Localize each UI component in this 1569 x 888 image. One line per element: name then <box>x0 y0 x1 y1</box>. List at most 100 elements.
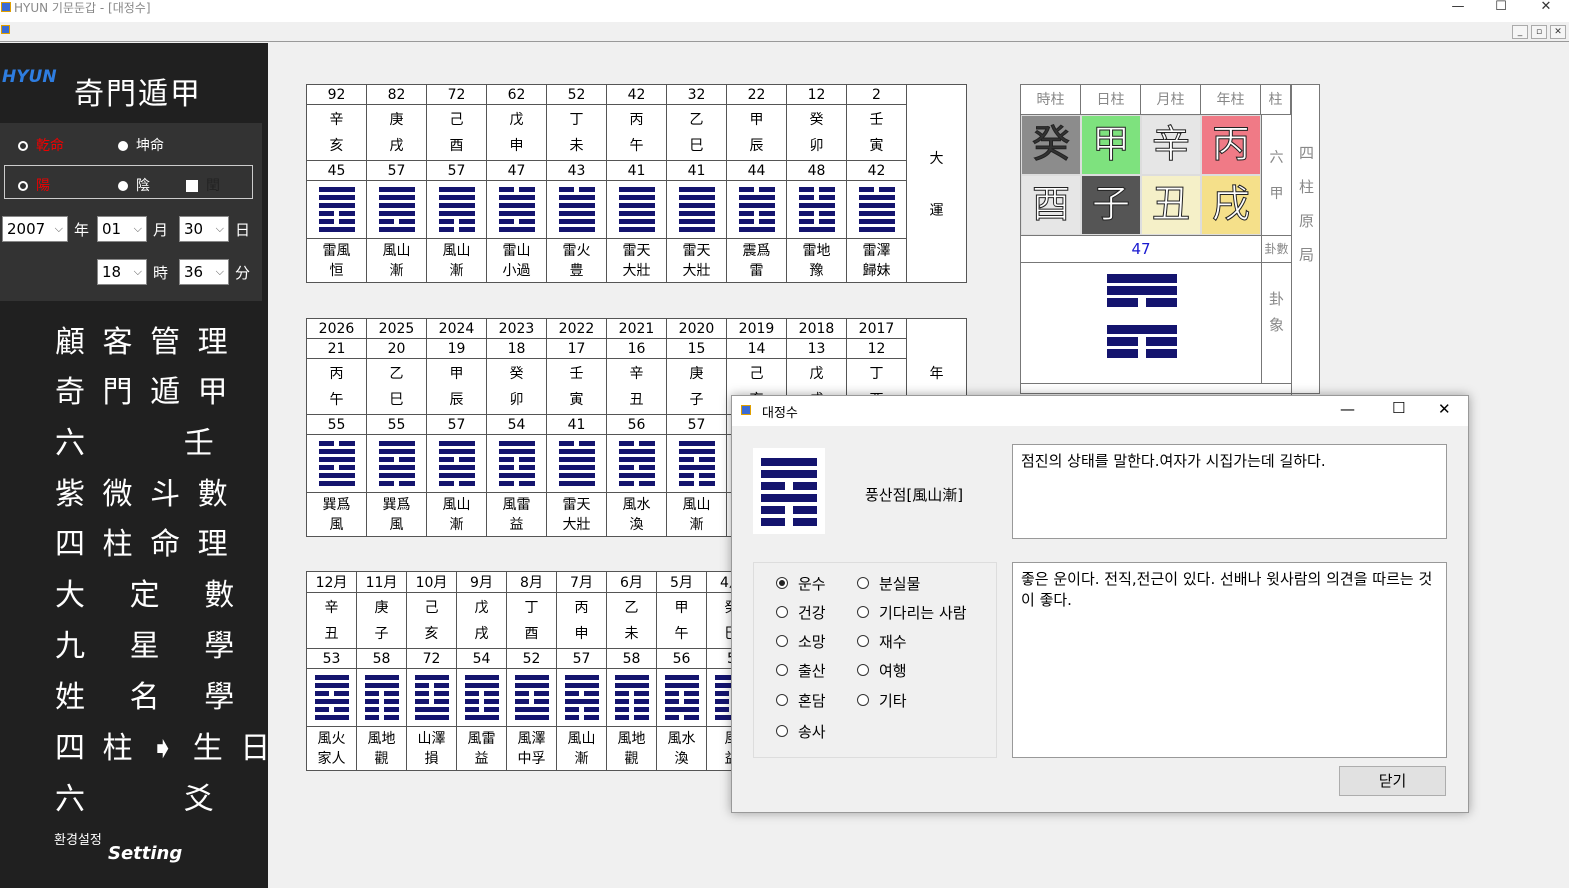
hexagram-cell <box>306 180 367 239</box>
menu-liuyao[interactable]: 六 爻 <box>55 774 214 818</box>
hour-select[interactable]: 18 ⌵ <box>97 259 147 285</box>
menu-customer[interactable]: 顧 客 管 理 <box>55 317 228 361</box>
menu-nine-star[interactable]: 九 星 學 <box>55 621 234 665</box>
category-radio[interactable]: 송사 <box>776 721 826 742</box>
gua-name: 震爲雷 <box>726 238 787 283</box>
ganzhi-cell: 庚戌 <box>366 104 427 161</box>
category-radio[interactable]: 기다리는 사람 <box>857 602 967 623</box>
leap-label: 閏 <box>206 178 220 194</box>
year-cell: 2026 <box>306 318 367 339</box>
close-dialog-button[interactable]: 닫기 <box>1339 766 1446 796</box>
category-radio[interactable]: 소망 <box>776 631 826 652</box>
category-radio[interactable]: 운수 <box>776 573 826 594</box>
category-radio[interactable]: 건강 <box>776 602 826 623</box>
radio-qian[interactable]: 乾命 <box>18 135 64 155</box>
hexagram-cell <box>456 668 507 727</box>
dialog-minimize-button[interactable]: — <box>1340 400 1355 418</box>
menu-saju[interactable]: 四 柱 命 理 <box>55 519 228 563</box>
radio-yang-label: 陽 <box>36 178 50 194</box>
gua-name: 風地觀 <box>606 726 657 771</box>
hexagram-cell <box>366 434 427 493</box>
hexagram-cell <box>426 180 487 239</box>
mdi-minimize-button[interactable]: _ <box>1512 25 1528 39</box>
gua-number: 54 <box>486 414 547 435</box>
pillar-header: 年柱 <box>1201 85 1261 115</box>
mdi-close-button[interactable]: ✕ <box>1550 25 1566 39</box>
ganzhi-cell: 丁酉 <box>506 592 557 649</box>
dialog-close-button[interactable]: ✕ <box>1438 400 1451 418</box>
hexagram-icon <box>438 184 475 235</box>
mdi-icon <box>1 25 10 34</box>
dialog-hexagram <box>753 448 825 534</box>
dialog-maximize-button[interactable]: ☐ <box>1392 399 1405 417</box>
minute-select[interactable]: 36 ⌵ <box>179 259 229 285</box>
ganzhi-cell: 丙午 <box>606 104 667 161</box>
ganzhi-cell: 戊戌 <box>456 592 507 649</box>
hexagram-cell <box>666 180 727 239</box>
menu-qimen[interactable]: 奇 門 遁 甲 <box>55 367 228 411</box>
year-cell: 2017 <box>846 318 907 339</box>
summary-textbox[interactable]: 점진의 상태를 말한다.여자가 시집가는데 길하다. <box>1012 444 1447 539</box>
menu-ziwei[interactable]: 紫 微 斗 數 <box>55 469 228 513</box>
radio-yin[interactable]: 陰 <box>118 175 150 195</box>
daeun-age: 32 <box>666 84 727 105</box>
pillar-branch: 戌 <box>1201 175 1261 235</box>
day-select[interactable]: 30 ⌵ <box>179 216 229 242</box>
app-icon <box>741 405 751 415</box>
month-select[interactable]: 01 ⌵ <box>97 216 147 242</box>
category-radio[interactable]: 기타 <box>857 690 907 711</box>
leap-checkbox[interactable]: 閏 <box>186 175 220 195</box>
hexagram-cell <box>366 180 427 239</box>
maximize-button[interactable]: ☐ <box>1481 0 1521 16</box>
detail-textbox[interactable]: 좋은 운이다. 전직,전근이 있다. 선배나 윗사람의 의견을 따르는 것이 좋… <box>1012 562 1447 758</box>
radio-kun[interactable]: 坤命 <box>118 135 164 155</box>
hexagram-icon <box>678 438 715 489</box>
minimize-button[interactable]: — <box>1438 0 1478 16</box>
category-radio[interactable]: 분실물 <box>857 573 920 594</box>
gua-name: 風山漸 <box>426 238 487 283</box>
year-select[interactable]: 2007 ⌵ <box>2 216 68 242</box>
hexagram-icon <box>738 184 775 235</box>
pillar-header: 日柱 <box>1081 85 1141 115</box>
age-cell: 19 <box>426 338 487 359</box>
gua-number: 55 <box>306 414 367 435</box>
menu-name[interactable]: 姓 名 學 <box>55 672 234 716</box>
category-radio[interactable]: 혼담 <box>776 690 826 711</box>
radio-kun-label: 坤命 <box>136 138 164 154</box>
radio-yang[interactable]: 陽 <box>18 175 50 195</box>
menu-daejeongsu[interactable]: 大 定 數 <box>55 570 234 614</box>
age-cell: 12 <box>846 338 907 359</box>
category-radio[interactable]: 재수 <box>857 631 907 652</box>
sidebar: HYUN 奇門遁甲 乾命 坤命 陽 陰 閏 2007 ⌵ 年 01 ⌵ 月 30 ⌵ … <box>0 43 270 888</box>
ganzhi-cell: 乙巳 <box>666 104 727 161</box>
daeun-age: 2 <box>846 84 907 105</box>
mdi-restore-button[interactable]: ▫ <box>1531 25 1547 39</box>
menu-saju-birthday[interactable]: 四 柱 ➧ 生 日 <box>55 723 270 767</box>
hexagram-icon <box>564 672 599 723</box>
age-cell: 17 <box>546 338 607 359</box>
category-radio[interactable]: 출산 <box>776 660 826 681</box>
category-radio[interactable]: 여행 <box>857 660 907 681</box>
ganzhi-cell: 乙巳 <box>366 358 427 415</box>
gua-number: 57 <box>666 414 727 435</box>
month-label: 月 <box>153 221 169 239</box>
hexagram-cell <box>356 668 407 727</box>
settings-button[interactable]: Setting <box>108 843 182 864</box>
gua-name: 風水渙 <box>656 726 707 771</box>
logo: HYUN 奇門遁甲 <box>2 67 262 117</box>
window-title: HYUN 기문둔갑 - [대정수] <box>14 1 151 15</box>
hexagram-icon <box>314 672 349 723</box>
hexagram-cell <box>606 668 657 727</box>
hexagram-icon <box>364 672 399 723</box>
hexagram-cell <box>606 434 667 493</box>
ganzhi-cell: 戊申 <box>486 104 547 161</box>
menu-liuren[interactable]: 六 壬 <box>55 418 214 462</box>
gua-name: 風火 家人 <box>306 726 357 771</box>
gua-name: 雷天 大壯 <box>606 238 667 283</box>
hexagram-icon <box>678 184 715 235</box>
daeun-table: 92 82 72 62 52 42 32 22 12 2 大 運 辛亥庚戌己酉戊申丁未丙午乙巳甲辰癸… <box>306 84 967 283</box>
year-cell: 2023 <box>486 318 547 339</box>
settings-kr-label[interactable]: 환경설정 <box>54 829 102 848</box>
gua-number: 52 <box>506 648 557 669</box>
close-button[interactable]: ✕ <box>1526 0 1566 16</box>
